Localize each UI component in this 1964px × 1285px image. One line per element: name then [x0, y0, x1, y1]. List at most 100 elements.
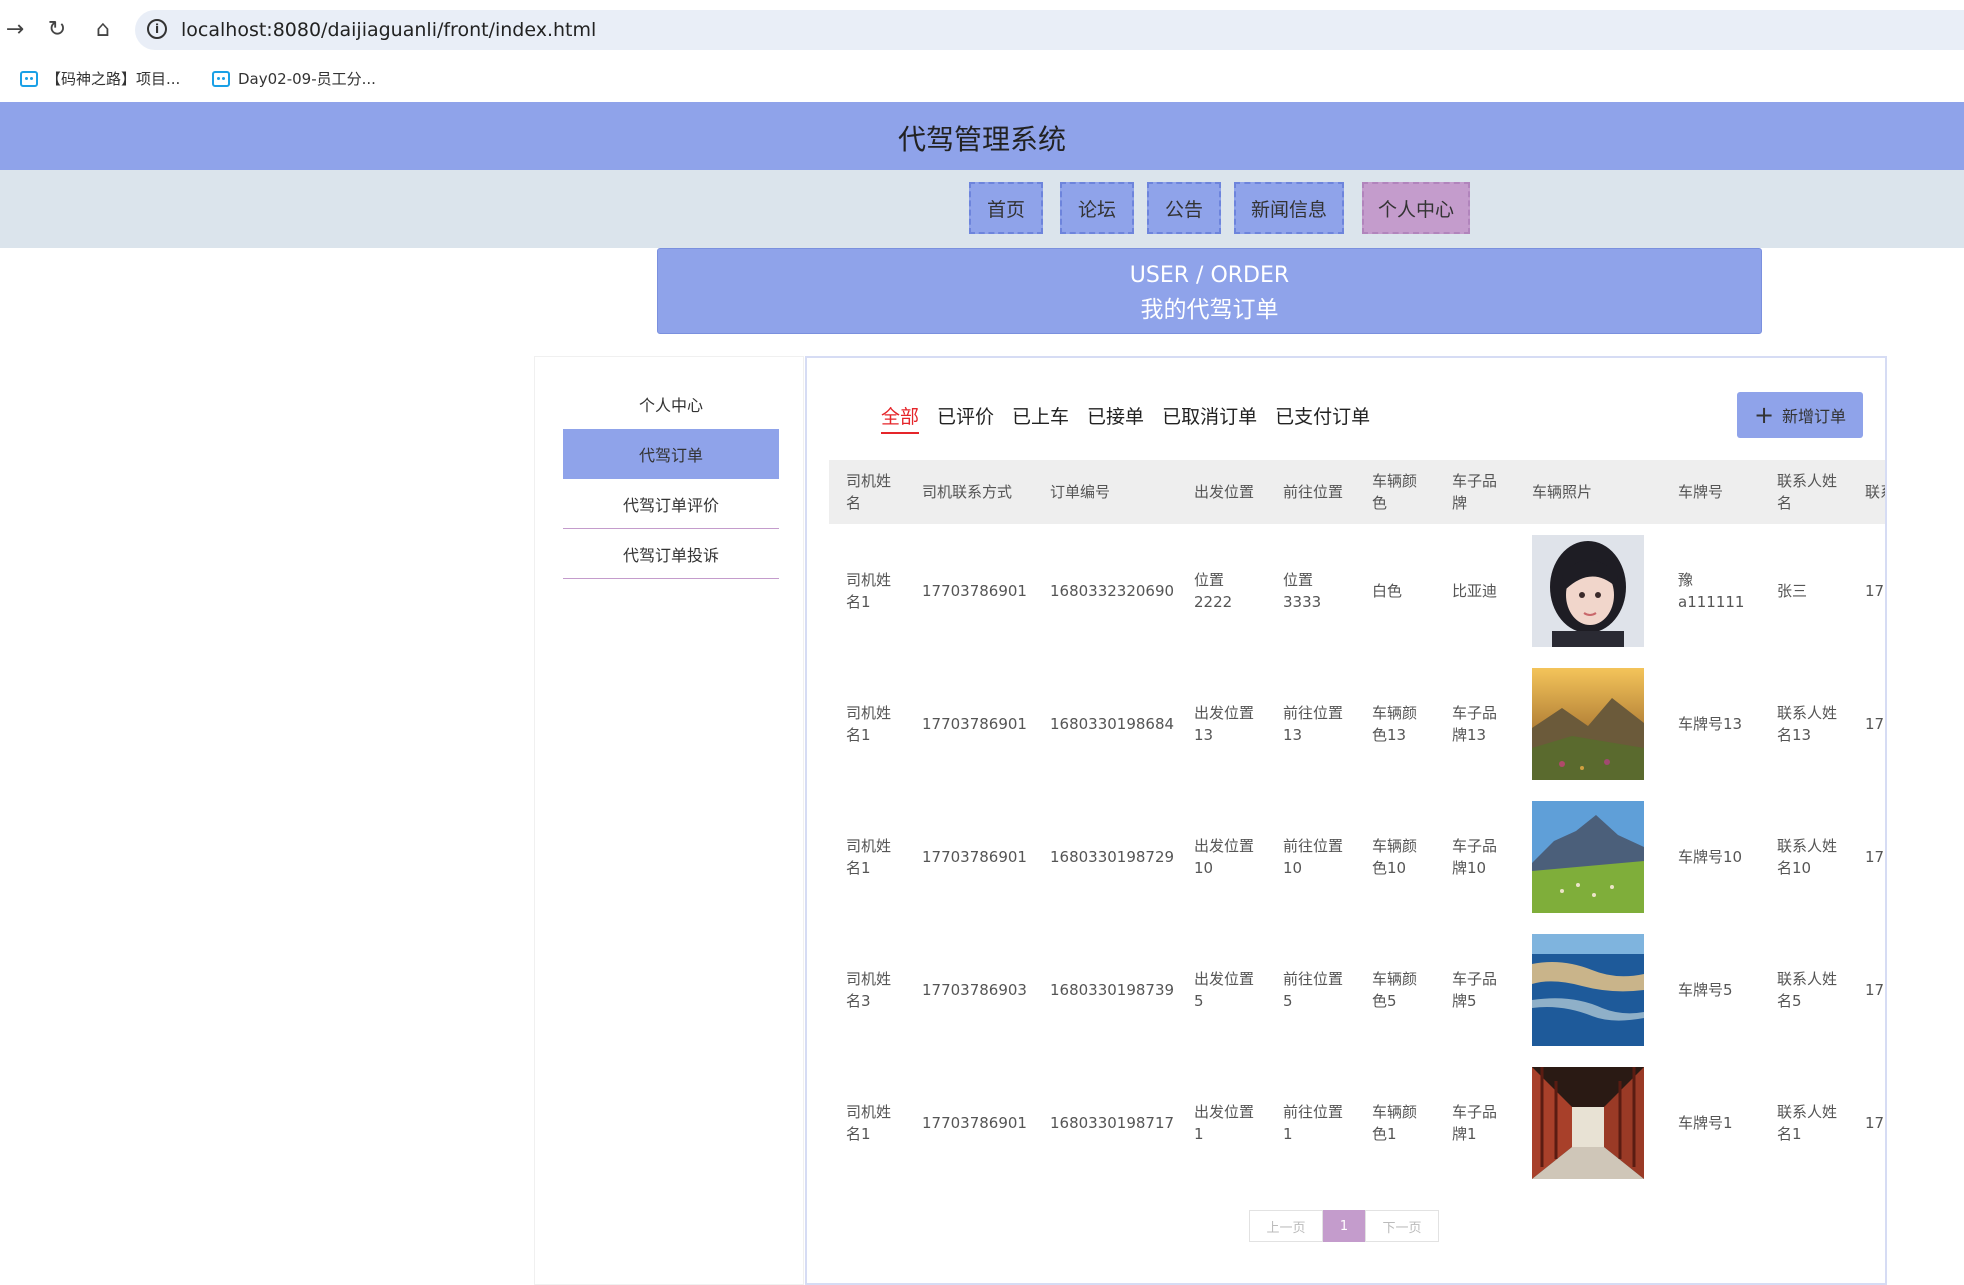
cell-brand: 车子品牌1 [1452, 1102, 1498, 1143]
grassland-photo[interactable] [1532, 800, 1644, 913]
main-nav: 首页 论坛 公告 新闻信息 个人中心 [0, 170, 1964, 248]
cell-contact: 张三 [1777, 581, 1808, 600]
page-banner: USER / ORDER 我的代驾订单 [657, 248, 1762, 334]
cell-contact-phone: 17... [1865, 980, 1885, 999]
bookmark-item[interactable]: Day02-09-员工分... [212, 68, 376, 89]
add-order-label: 新增订单 [1782, 407, 1847, 426]
cell-contact-phone: 17... [1865, 1113, 1885, 1132]
cell-to: 前往位置10 [1283, 836, 1344, 877]
cell-plate: 车牌号10 [1678, 847, 1743, 866]
bookmark-label: 【码神之路】项目... [46, 70, 181, 88]
url-text[interactable]: localhost:8080/daijiaguanli/front/index.… [181, 19, 596, 41]
cell-contact-phone: 17... [1865, 847, 1885, 866]
table-row[interactable]: 司机姓名1 17703786901 1680330198684 出发位置13 前… [829, 657, 1885, 790]
tab-all[interactable]: 全部 [881, 402, 920, 434]
coastline-photo[interactable] [1532, 933, 1644, 1046]
cell-plate: 车牌号5 [1678, 980, 1733, 999]
cell-contact-phone: 17... [1865, 581, 1885, 600]
cell-phone: 17703786901 [922, 581, 1027, 600]
table-row[interactable]: 司机姓名1 17703786901 1680330198717 出发位置1 前往… [829, 1056, 1885, 1189]
browser-toolbar: → ↻ ⌂ i localhost:8080/daijiaguanli/fron… [0, 0, 1964, 58]
page-number-1[interactable]: 1 [1323, 1210, 1365, 1242]
tab-accepted[interactable]: 已接单 [1087, 402, 1144, 434]
address-bar[interactable]: i localhost:8080/daijiaguanli/front/inde… [135, 10, 1964, 50]
sidebar: 个人中心 代驾订单 代驾订单评价 代驾订单投诉 [534, 356, 804, 1285]
corridor-photo[interactable] [1532, 1066, 1644, 1179]
cell-phone: 17703786901 [922, 714, 1027, 733]
tab-cancelled[interactable]: 已取消订单 [1162, 402, 1257, 434]
site-header: 代驾管理系统 [0, 102, 1964, 170]
col-header-photo: 车辆照片 [1515, 460, 1661, 524]
table-row[interactable]: 司机姓名1 17703786901 1680332320690 位置2222 位… [829, 524, 1885, 657]
cell-to: 前往位置5 [1283, 969, 1344, 1010]
cell-order-no: 1680330198684 [1050, 714, 1175, 733]
cell-order-no: 1680330198739 [1050, 980, 1175, 999]
sidebar-item-order-reviews[interactable]: 代驾订单评价 [563, 479, 779, 529]
cell-color: 车辆颜色5 [1372, 969, 1418, 1010]
nav-item-forum[interactable]: 论坛 [1060, 182, 1134, 234]
back-arrow-icon[interactable]: → [0, 14, 30, 44]
cell-to: 前往位置13 [1283, 703, 1344, 744]
bookmark-item[interactable]: 【码神之路】项目... [20, 68, 180, 89]
mountain-sunset-photo[interactable] [1532, 667, 1644, 780]
site-title: 代驾管理系统 [897, 123, 1066, 156]
cell-contact: 联系人姓名1 [1777, 1102, 1838, 1143]
cell-color: 白色 [1372, 581, 1403, 600]
col-header-plate: 车牌号 [1661, 460, 1760, 524]
bookmark-label: Day02-09-员工分... [238, 70, 376, 88]
col-header-order-no: 订单编号 [1033, 460, 1177, 524]
cell-contact: 联系人姓名5 [1777, 969, 1838, 1010]
bilibili-icon [20, 70, 38, 87]
tab-boarded[interactable]: 已上车 [1012, 402, 1069, 434]
cell-from: 出发位置13 [1194, 703, 1255, 744]
col-header-driver: 司机姓名 [829, 460, 905, 524]
order-status-tabs: 全部 已评价 已上车 已接单 已取消订单 已支付订单 [881, 402, 1388, 434]
nav-item-notice[interactable]: 公告 [1147, 182, 1221, 234]
add-order-button[interactable]: + 新增订单 [1737, 392, 1863, 438]
cell-plate: 豫a111111 [1678, 570, 1745, 611]
portrait-photo[interactable] [1532, 534, 1644, 647]
nav-item-home[interactable]: 首页 [969, 182, 1043, 234]
orders-table: 司机姓名 司机联系方式 订单编号 出发位置 前往位置 车辆颜色 车子品牌 车辆照… [829, 460, 1885, 1189]
col-header-to: 前往位置 [1266, 460, 1355, 524]
home-icon[interactable]: ⌂ [88, 14, 118, 44]
table-row[interactable]: 司机姓名3 17703786903 1680330198739 出发位置5 前往… [829, 923, 1885, 1056]
cell-photo [1515, 524, 1661, 657]
cell-phone: 17703786903 [922, 980, 1027, 999]
cell-driver: 司机姓名1 [846, 703, 892, 744]
plus-icon: + [1753, 401, 1775, 429]
pagination: 上一页 1 下一页 [1249, 1210, 1439, 1242]
cell-driver: 司机姓名3 [846, 969, 892, 1010]
col-header-contact: 联系人姓名 [1760, 460, 1848, 524]
cell-color: 车辆颜色10 [1372, 836, 1418, 877]
col-header-color: 车辆颜色 [1355, 460, 1435, 524]
table-row[interactable]: 司机姓名1 17703786901 1680330198729 出发位置10 前… [829, 790, 1885, 923]
cell-color: 车辆颜色1 [1372, 1102, 1418, 1143]
sidebar-item-order-complaints[interactable]: 代驾订单投诉 [563, 529, 779, 579]
orders-table-wrapper[interactable]: 司机姓名 司机联系方式 订单编号 出发位置 前往位置 车辆颜色 车子品牌 车辆照… [829, 460, 1885, 1190]
reload-icon[interactable]: ↻ [42, 14, 72, 44]
cell-brand: 比亚迪 [1452, 581, 1498, 600]
prev-page-button[interactable]: 上一页 [1249, 1210, 1323, 1242]
cell-from: 出发位置10 [1194, 836, 1255, 877]
cell-driver: 司机姓名1 [846, 1102, 892, 1143]
tab-reviewed[interactable]: 已评价 [937, 402, 994, 434]
cell-from: 出发位置1 [1194, 1102, 1255, 1143]
table-header-row: 司机姓名 司机联系方式 订单编号 出发位置 前往位置 车辆颜色 车子品牌 车辆照… [829, 460, 1885, 524]
cell-brand: 车子品牌10 [1452, 836, 1498, 877]
sidebar-item-profile[interactable]: 个人中心 [563, 379, 779, 429]
cell-order-no: 1680330198729 [1050, 847, 1175, 866]
site-info-icon[interactable]: i [147, 19, 167, 39]
cell-from: 位置2222 [1194, 570, 1233, 611]
cell-color: 车辆颜色13 [1372, 703, 1418, 744]
tab-paid[interactable]: 已支付订单 [1275, 402, 1370, 434]
nav-item-news[interactable]: 新闻信息 [1234, 182, 1344, 234]
cell-to: 前往位置1 [1283, 1102, 1344, 1143]
next-page-button[interactable]: 下一页 [1365, 1210, 1439, 1242]
cell-order-no: 1680330198717 [1050, 1113, 1175, 1132]
col-header-phone: 司机联系方式 [905, 460, 1033, 524]
cell-photo [1515, 1056, 1661, 1189]
nav-item-profile[interactable]: 个人中心 [1362, 182, 1470, 234]
sidebar-item-orders[interactable]: 代驾订单 [563, 429, 779, 479]
cell-plate: 车牌号13 [1678, 714, 1743, 733]
